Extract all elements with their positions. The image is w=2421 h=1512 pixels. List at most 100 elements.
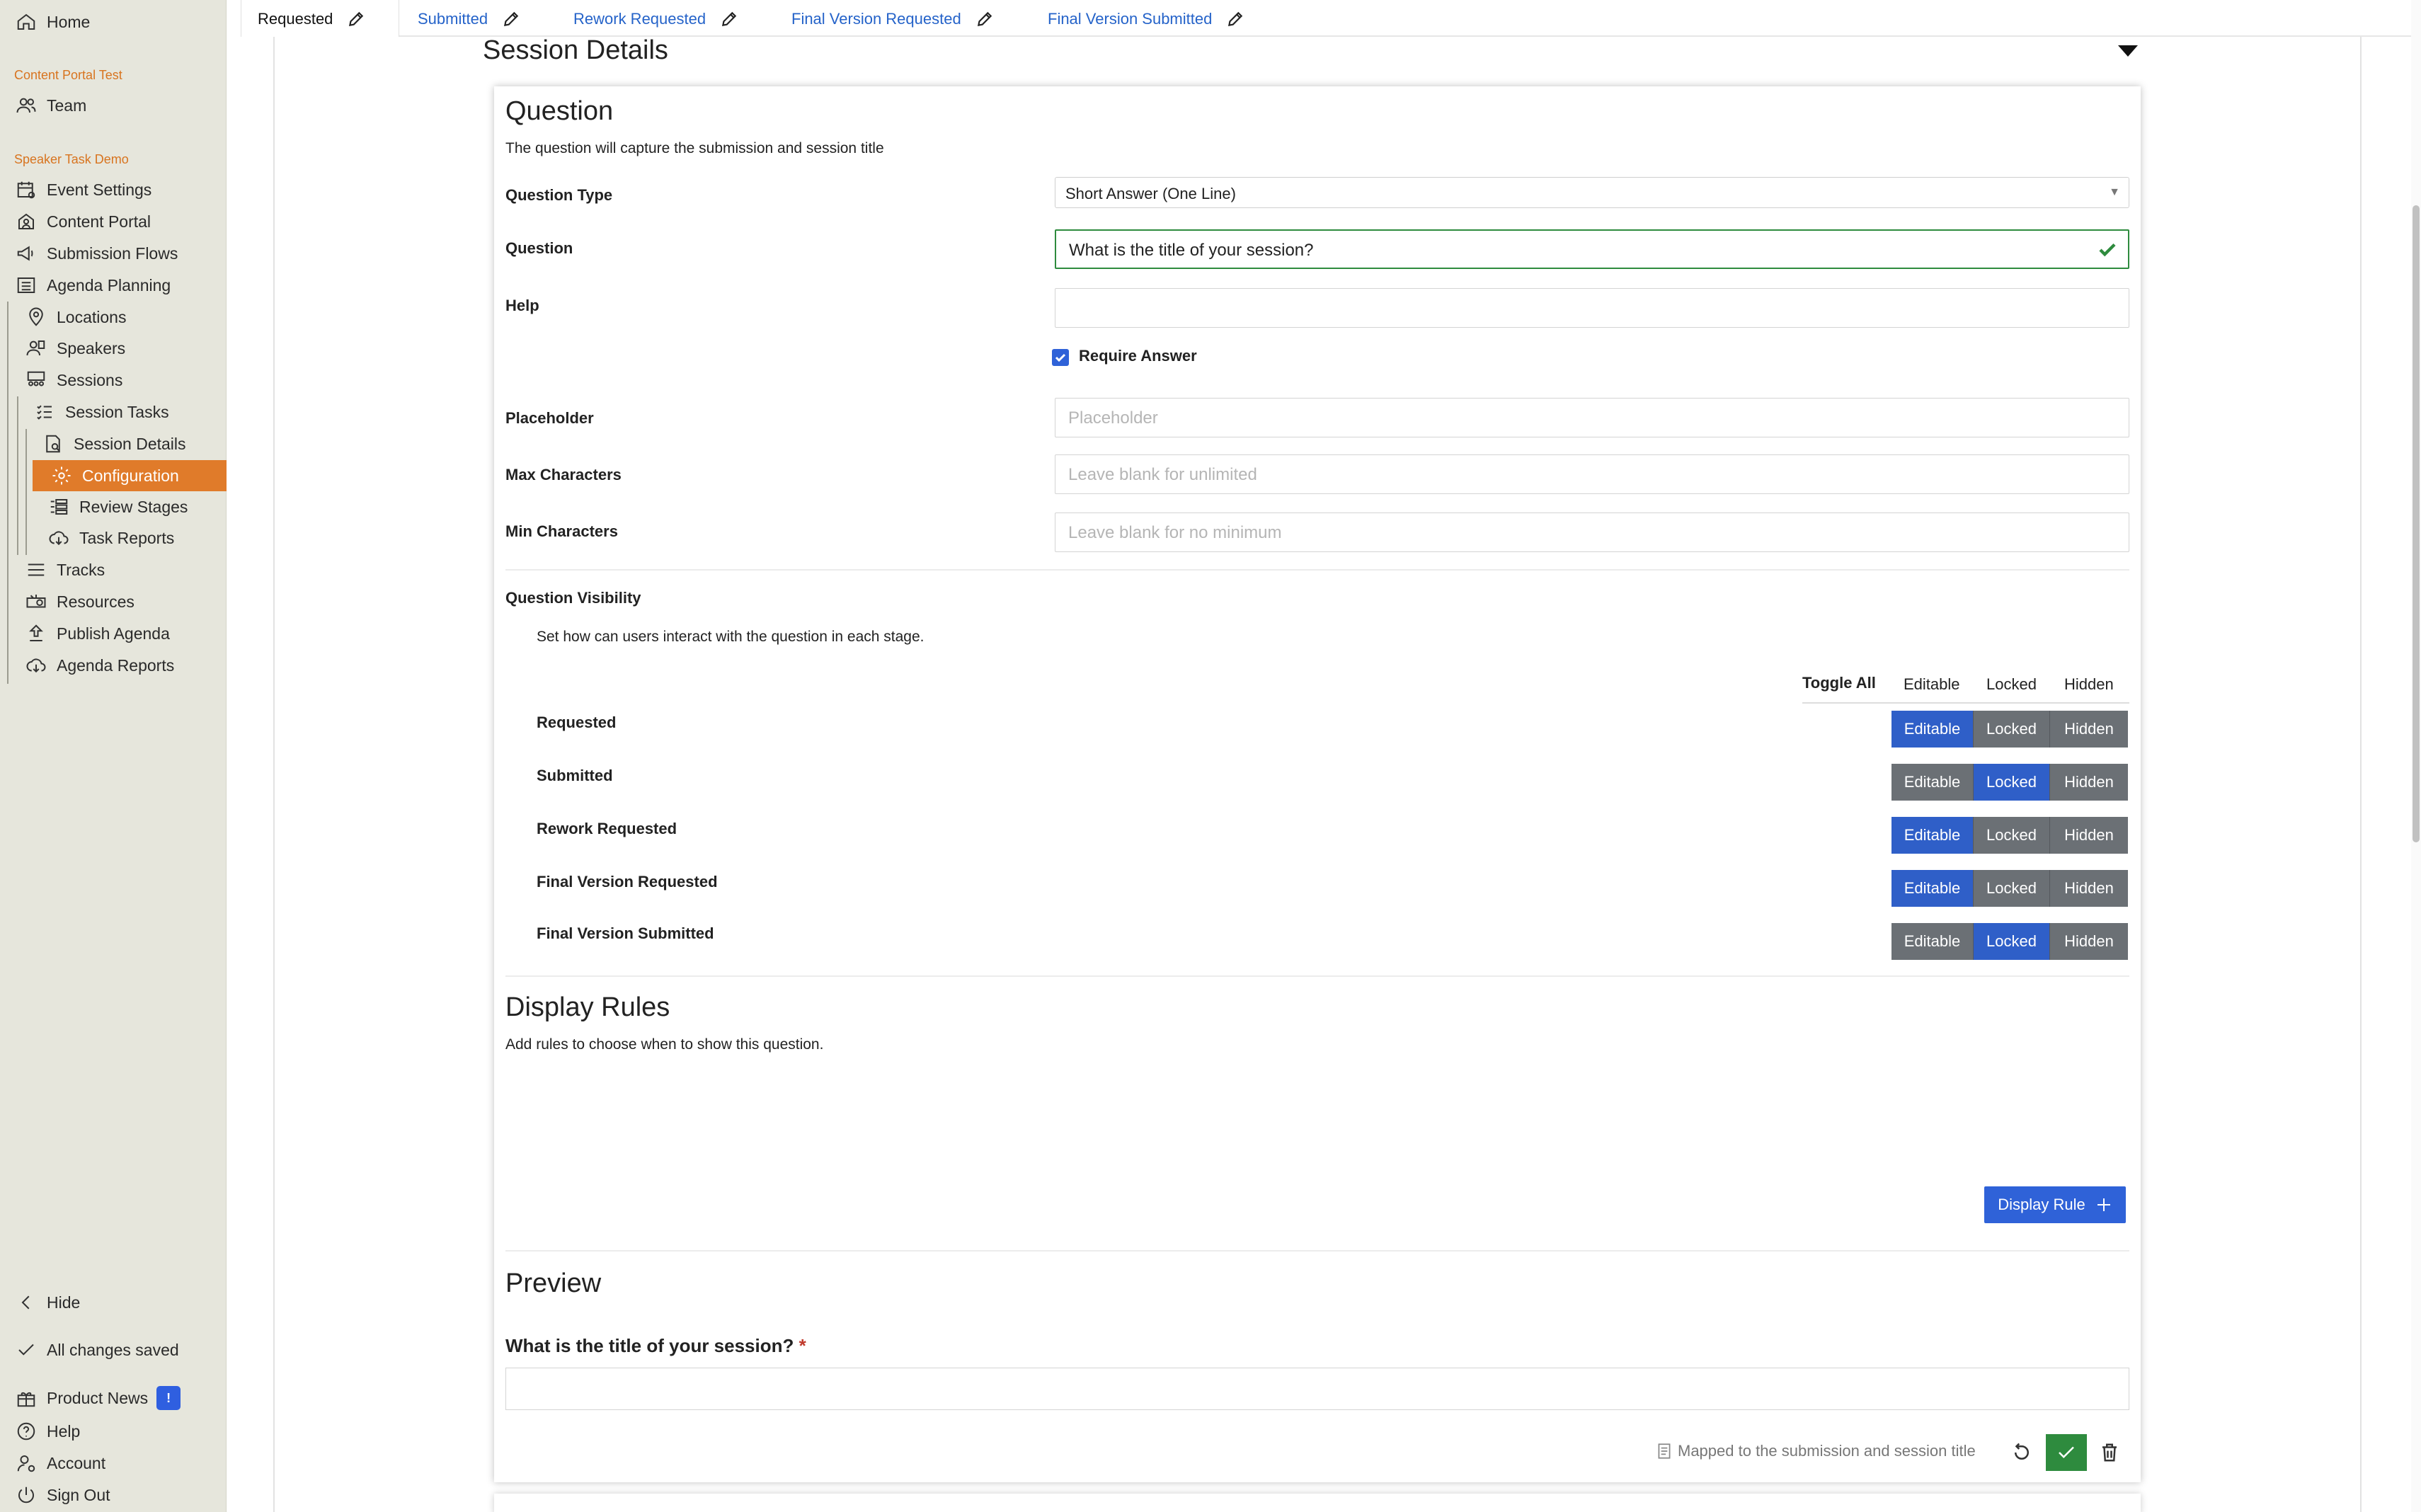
- visibility-toggle-final-version-submitted: Editable Locked Hidden: [1891, 923, 2128, 960]
- sidebar-item-session-tasks[interactable]: Session Tasks: [33, 398, 169, 426]
- hidden-option[interactable]: Hidden: [2050, 923, 2128, 960]
- sidebar-item-review-stages[interactable]: Review Stages: [47, 493, 188, 521]
- question-type-select[interactable]: Short Answer (One Line) ▼: [1055, 177, 2129, 208]
- sidebar-item-label: Submission Flows: [47, 244, 178, 263]
- pencil-icon[interactable]: [1226, 10, 1244, 28]
- sidebar-item-resources[interactable]: Resources: [24, 588, 134, 616]
- trash-icon: [2102, 1443, 2117, 1462]
- hidden-option[interactable]: Hidden: [2050, 711, 2128, 748]
- preview-input[interactable]: [505, 1368, 2129, 1410]
- tab-label: Submitted: [418, 10, 488, 28]
- sidebar-item-label: Help: [47, 1421, 81, 1441]
- sidebar-item-submission-flows[interactable]: Submission Flows: [14, 239, 178, 268]
- sidebar-item-session-details[interactable]: Session Details: [41, 430, 186, 458]
- hidden-option[interactable]: Hidden: [2050, 817, 2128, 854]
- question-subtitle: The question will capture the submission…: [505, 140, 884, 156]
- collapse-caret-icon[interactable]: [2118, 45, 2138, 57]
- editable-option[interactable]: Editable: [1891, 817, 1974, 854]
- sidebar-item-product-news[interactable]: Product News !: [14, 1384, 181, 1412]
- sidebar-item-speakers[interactable]: Speakers: [24, 334, 125, 362]
- locked-option[interactable]: Locked: [1974, 764, 2050, 801]
- tab-final-version-requested[interactable]: Final Version Requested: [791, 10, 994, 28]
- sidebar-hide-button[interactable]: Hide: [14, 1288, 80, 1317]
- sidebar-item-locations[interactable]: Locations: [24, 303, 126, 331]
- tab-requested[interactable]: Requested: [258, 10, 365, 28]
- tree-line: [25, 429, 27, 555]
- tab-rework-requested[interactable]: Rework Requested: [573, 10, 738, 28]
- add-display-rule-button[interactable]: Display Rule: [1984, 1186, 2126, 1223]
- chevron-left-icon: [14, 1290, 38, 1315]
- sidebar-item-label: Configuration: [82, 466, 179, 485]
- sidebar-item-label: Locations: [57, 307, 127, 326]
- sidebar-item-content-portal[interactable]: Content Portal: [14, 207, 151, 236]
- locked-option[interactable]: Locked: [1974, 817, 2050, 854]
- scrollbar-thumb[interactable]: [2413, 205, 2420, 842]
- sidebar-item-configuration[interactable]: Configuration: [33, 460, 227, 491]
- stage-label-rework-requested: Rework Requested: [537, 820, 677, 837]
- toggle-all-locked[interactable]: Locked: [1986, 675, 2037, 694]
- sidebar-item-event-settings[interactable]: Event Settings: [14, 176, 151, 204]
- sidebar-item-publish-agenda[interactable]: Publish Agenda: [24, 619, 170, 648]
- toggle-all-hidden[interactable]: Hidden: [2064, 675, 2114, 694]
- sidebar-item-label: Session Details: [74, 434, 186, 453]
- sidebar-item-agenda-planning[interactable]: Agenda Planning: [14, 271, 171, 299]
- divider: [505, 1250, 2129, 1252]
- toggle-all-label: Toggle All: [1802, 674, 1876, 692]
- locked-option[interactable]: Locked: [1974, 923, 2050, 960]
- pencil-icon[interactable]: [720, 10, 738, 28]
- sidebar-item-team[interactable]: Team: [14, 91, 86, 120]
- max-characters-input[interactable]: Leave blank for unlimited: [1055, 454, 2129, 494]
- visibility-subtitle: Set how can users interact with the ques…: [537, 629, 925, 645]
- sidebar-item-sessions[interactable]: Sessions: [24, 366, 122, 394]
- require-answer-checkbox[interactable]: [1052, 349, 1069, 366]
- megaphone-icon: [14, 241, 38, 265]
- tab-final-version-submitted[interactable]: Final Version Submitted: [1048, 10, 1244, 28]
- undo-button[interactable]: [2008, 1438, 2036, 1467]
- editable-option[interactable]: Editable: [1891, 923, 1974, 960]
- editable-option[interactable]: Editable: [1891, 764, 1974, 801]
- sidebar-item-sign-out[interactable]: Sign Out: [14, 1481, 110, 1509]
- hidden-option[interactable]: Hidden: [2050, 870, 2128, 907]
- pencil-icon[interactable]: [975, 10, 994, 28]
- mapped-note: Mapped to the submission and session tit…: [1655, 1442, 1976, 1460]
- hidden-option[interactable]: Hidden: [2050, 764, 2128, 801]
- tab-submitted[interactable]: Submitted: [418, 10, 520, 28]
- stages-icon: [47, 495, 71, 519]
- section-title: Session Details: [483, 35, 668, 65]
- tree-line: [17, 396, 18, 555]
- sidebar-item-label: Hide: [47, 1293, 81, 1312]
- cloud-download-icon: [24, 653, 48, 677]
- tab-label: Final Version Requested: [791, 10, 961, 28]
- save-question-button[interactable]: [2046, 1434, 2087, 1471]
- sidebar-item-agenda-reports[interactable]: Agenda Reports: [24, 651, 174, 680]
- sidebar-item-task-reports[interactable]: Task Reports: [47, 524, 174, 552]
- editable-option[interactable]: Editable: [1891, 870, 1974, 907]
- stage-label-final-version-requested: Final Version Requested: [537, 873, 718, 890]
- pencil-icon[interactable]: [502, 10, 520, 28]
- sidebar-item-label: Content Portal: [47, 212, 151, 231]
- sidebar-item-account[interactable]: Account: [14, 1449, 105, 1477]
- undo-icon: [2015, 1443, 2029, 1460]
- locked-option[interactable]: Locked: [1974, 870, 2050, 907]
- sidebar-item-help[interactable]: Help: [14, 1417, 80, 1445]
- content-border-left: [273, 37, 275, 1512]
- sidebar-item-label: Review Stages: [79, 497, 188, 516]
- sidebar-item-tracks[interactable]: Tracks: [24, 556, 105, 584]
- locked-option[interactable]: Locked: [1974, 711, 2050, 748]
- sidebar-item-label: Agenda Planning: [47, 275, 171, 294]
- question-heading: Question: [505, 96, 614, 126]
- delete-button[interactable]: [2095, 1438, 2124, 1467]
- sidebar-item-home[interactable]: Home: [14, 8, 90, 36]
- help-input[interactable]: [1055, 288, 2129, 328]
- sidebar-item-label: Account: [47, 1453, 106, 1472]
- editable-option[interactable]: Editable: [1891, 711, 1974, 748]
- min-characters-input[interactable]: Leave blank for no minimum: [1055, 512, 2129, 552]
- checklist-icon: [33, 400, 57, 424]
- toggle-all-editable[interactable]: Editable: [1904, 675, 1960, 694]
- save-status: All changes saved: [14, 1336, 179, 1364]
- pencil-icon[interactable]: [347, 10, 365, 28]
- users-icon: [14, 93, 38, 118]
- question-input[interactable]: What is the title of your session?: [1055, 229, 2129, 269]
- placeholder-input[interactable]: Placeholder: [1055, 398, 2129, 437]
- dropdown-arrow-icon: ▼: [2109, 186, 2120, 198]
